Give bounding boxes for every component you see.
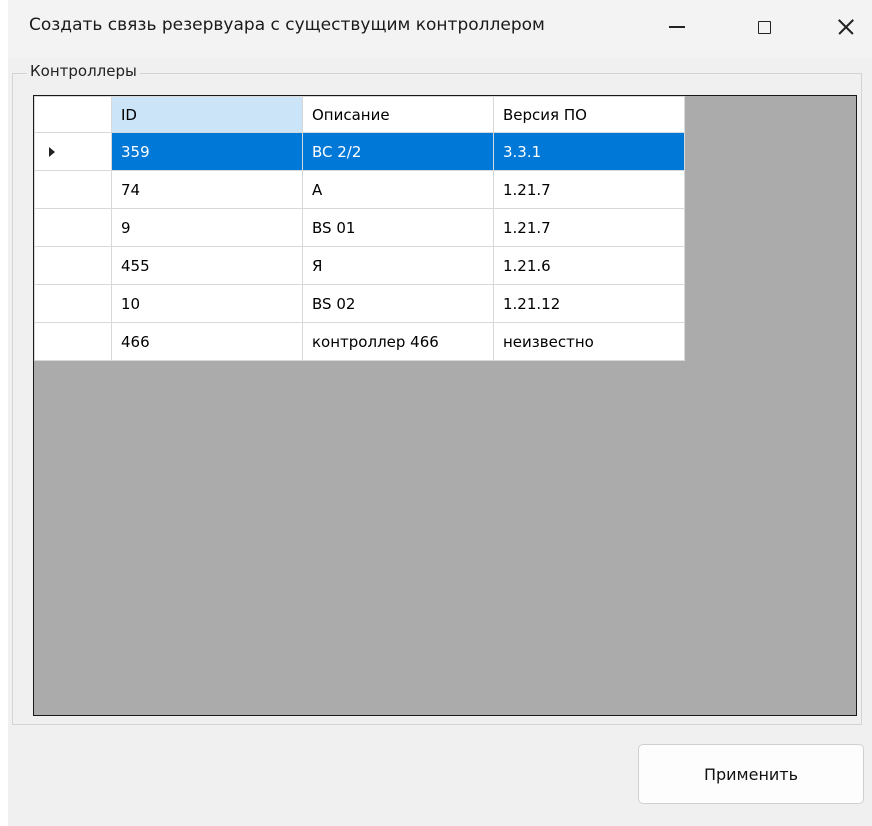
- maximize-icon: [757, 20, 771, 34]
- row-header[interactable]: [34, 132, 112, 171]
- header-row: ID Описание Версия ПО: [34, 96, 685, 133]
- cell-version[interactable]: 1.21.7: [493, 208, 685, 247]
- table-row[interactable]: 466 контроллер 466 неизвестно: [34, 322, 685, 361]
- column-header-description[interactable]: Описание: [302, 96, 494, 133]
- cell-version[interactable]: 1.21.6: [493, 246, 685, 285]
- close-icon: [838, 19, 854, 35]
- apply-button[interactable]: Применить: [638, 744, 864, 804]
- table-row[interactable]: 9 BS 01 1.21.7: [34, 208, 685, 247]
- cell-description[interactable]: BS 02: [302, 284, 494, 323]
- table-row[interactable]: 10 BS 02 1.21.12: [34, 284, 685, 323]
- cell-version[interactable]: 1.21.12: [493, 284, 685, 323]
- table-row[interactable]: 74 A 1.21.7: [34, 170, 685, 209]
- cell-description[interactable]: BC 2/2: [302, 132, 494, 171]
- minimize-icon: [669, 26, 685, 28]
- cell-version[interactable]: 3.3.1: [493, 132, 685, 171]
- column-header-id[interactable]: ID: [111, 96, 303, 133]
- table-row[interactable]: 359 BC 2/2 3.3.1: [34, 132, 685, 171]
- row-header[interactable]: [34, 246, 112, 285]
- cell-id[interactable]: 455: [111, 246, 303, 285]
- row-header[interactable]: [34, 322, 112, 361]
- cell-description[interactable]: BS 01: [302, 208, 494, 247]
- close-button[interactable]: [823, 8, 869, 46]
- controllers-group-label: Контроллеры: [27, 62, 140, 80]
- cell-description[interactable]: A: [302, 170, 494, 209]
- cell-description[interactable]: контроллер 466: [302, 322, 494, 361]
- controllers-grid[interactable]: ID Описание Версия ПО 359 BC 2/2 3.3.1 7…: [33, 95, 857, 716]
- maximize-button[interactable]: [741, 8, 787, 46]
- cell-id[interactable]: 9: [111, 208, 303, 247]
- dialog-window: Создать связь резервуара с существущим к…: [8, 0, 872, 826]
- table-row[interactable]: 455 Я 1.21.6: [34, 246, 685, 285]
- grid-corner-cell[interactable]: [34, 96, 112, 133]
- cell-description[interactable]: Я: [302, 246, 494, 285]
- cell-id[interactable]: 466: [111, 322, 303, 361]
- controllers-table: ID Описание Версия ПО 359 BC 2/2 3.3.1 7…: [34, 96, 685, 361]
- window-title: Создать связь резервуара с существущим к…: [29, 15, 545, 35]
- current-row-arrow-icon: [49, 146, 55, 157]
- column-header-version[interactable]: Версия ПО: [493, 96, 685, 133]
- cell-id[interactable]: 359: [111, 132, 303, 171]
- cell-id[interactable]: 10: [111, 284, 303, 323]
- cell-id[interactable]: 74: [111, 170, 303, 209]
- row-header[interactable]: [34, 284, 112, 323]
- title-bar[interactable]: Создать связь резервуара с существущим к…: [8, 0, 872, 58]
- minimize-button[interactable]: [654, 8, 700, 46]
- cell-version[interactable]: 1.21.7: [493, 170, 685, 209]
- row-header[interactable]: [34, 170, 112, 209]
- cell-version[interactable]: неизвестно: [493, 322, 685, 361]
- row-header[interactable]: [34, 208, 112, 247]
